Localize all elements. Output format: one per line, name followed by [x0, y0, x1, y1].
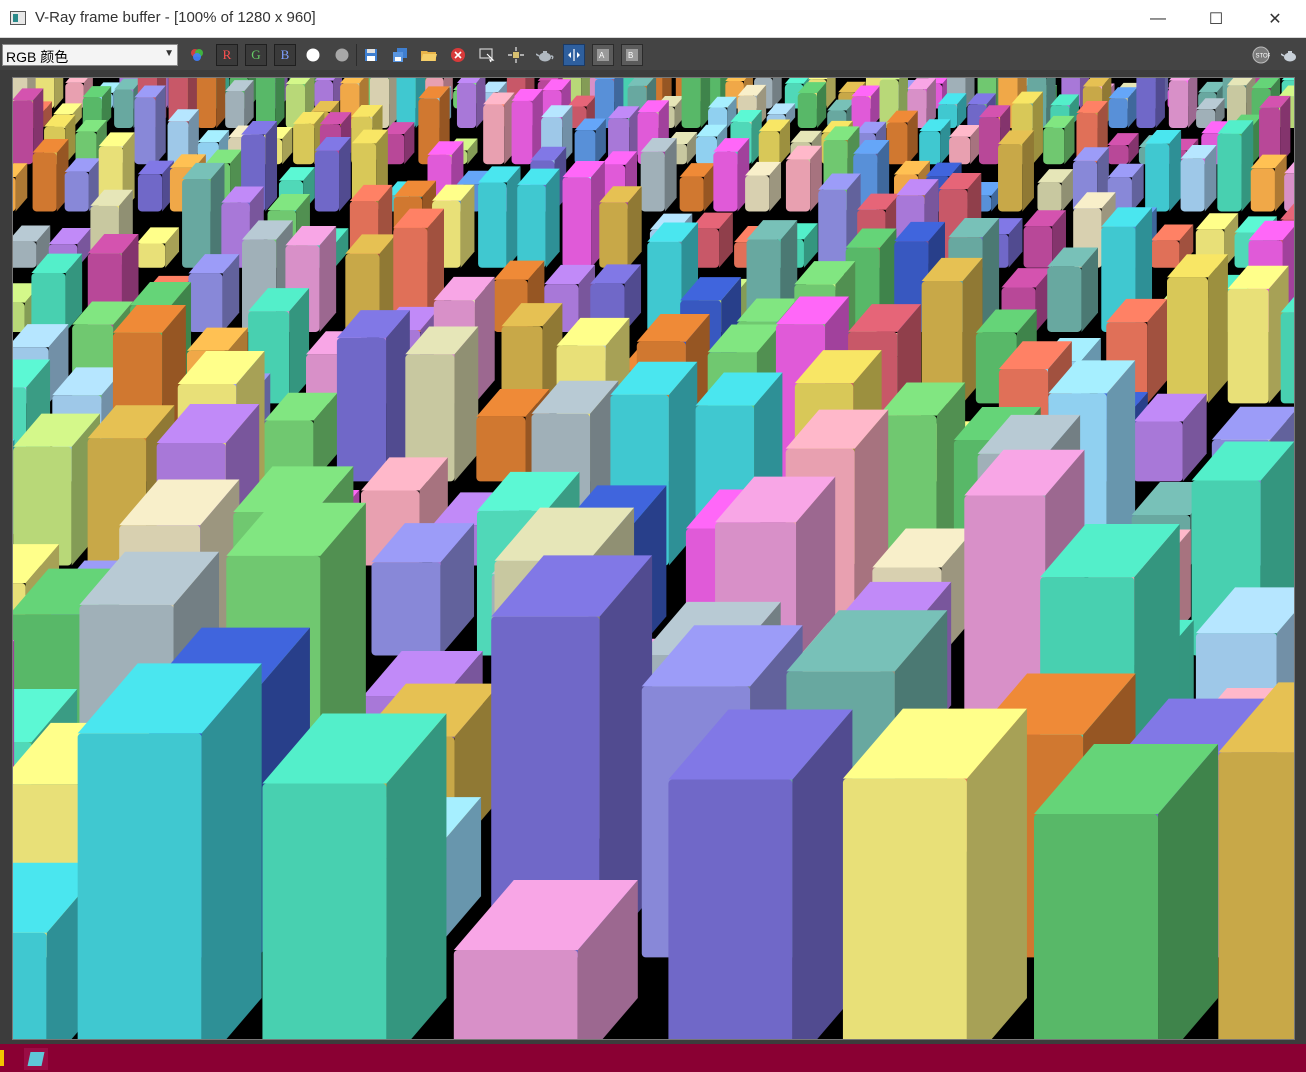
rendered-image	[13, 78, 1294, 1039]
box-shape	[262, 713, 447, 1039]
settings-icon[interactable]: B	[621, 44, 643, 66]
box-shape	[1259, 95, 1291, 165]
box-shape	[998, 130, 1034, 212]
history-icon[interactable]: A	[592, 44, 614, 66]
box-shape	[886, 110, 918, 165]
minimize-button[interactable]: —	[1129, 0, 1187, 37]
box-shape	[256, 78, 285, 129]
compare-icon[interactable]	[563, 44, 585, 66]
title-bar: V-Ray frame buffer - [100% of 1280 x 960…	[0, 0, 1306, 38]
maximize-button[interactable]: ☐	[1187, 0, 1245, 37]
box-shape	[1227, 265, 1289, 404]
stop-icon[interactable]: STOP	[1250, 44, 1272, 66]
box-shape	[797, 82, 827, 129]
box-shape	[478, 166, 521, 268]
box-shape	[599, 186, 642, 268]
box-shape	[134, 85, 166, 165]
box-shape	[483, 92, 515, 165]
close-button[interactable]: ✕	[1246, 0, 1304, 37]
box-shape	[679, 163, 716, 212]
render-frame[interactable]	[12, 77, 1295, 1040]
svg-text:B: B	[628, 51, 633, 60]
box-shape	[31, 253, 83, 332]
box-shape	[13, 413, 100, 566]
box-shape	[1180, 144, 1217, 212]
box-shape	[336, 310, 410, 482]
color-channels-icon[interactable]	[186, 44, 208, 66]
toolbar: RGB 颜色 ▼ R G B A B STOP	[0, 38, 1306, 70]
taskbar	[0, 1044, 1306, 1072]
channel-select-value: RGB 颜色	[6, 49, 69, 65]
box-shape	[921, 257, 983, 404]
region-render-icon[interactable]	[505, 44, 527, 66]
box-shape	[456, 78, 486, 129]
box-shape	[1034, 744, 1219, 1039]
white-circle-icon[interactable]	[302, 44, 324, 66]
box-shape	[1250, 154, 1287, 212]
3dsmax-taskbar-icon[interactable]	[24, 1048, 48, 1070]
box-shape	[225, 80, 254, 129]
channel-select[interactable]: RGB 颜色 ▼	[2, 44, 178, 66]
box-shape	[137, 160, 174, 212]
box-shape	[1037, 169, 1074, 212]
box-shape	[758, 119, 791, 165]
box-shape	[501, 303, 563, 404]
save-all-icon[interactable]	[389, 44, 411, 66]
box-shape	[1168, 78, 1198, 129]
box-shape	[314, 137, 351, 212]
box-shape	[668, 709, 853, 1039]
blue-channel-button[interactable]: B	[274, 44, 296, 66]
box-shape	[713, 138, 750, 212]
box-shape	[681, 78, 711, 129]
box-shape	[949, 125, 981, 165]
box-shape	[77, 663, 262, 1039]
box-shape	[453, 880, 638, 1039]
box-shape	[919, 119, 951, 165]
gray-circle-icon[interactable]	[331, 44, 353, 66]
box-shape	[1107, 133, 1139, 165]
box-shape	[196, 78, 226, 129]
box-shape	[13, 163, 28, 212]
box-shape	[640, 138, 677, 212]
box-shape	[562, 160, 605, 268]
box-shape	[1136, 78, 1165, 129]
vray-app-icon	[10, 11, 26, 25]
box-shape	[32, 138, 69, 212]
clear-icon[interactable]	[447, 44, 469, 66]
svg-text:A: A	[599, 51, 605, 60]
taskbar-indicator	[0, 1050, 4, 1066]
box-shape	[188, 254, 240, 332]
box-shape	[1108, 87, 1138, 129]
green-channel-button[interactable]: G	[245, 44, 267, 66]
chevron-down-icon: ▼	[164, 48, 174, 59]
save-icon[interactable]	[360, 44, 382, 66]
box-shape	[1043, 115, 1075, 165]
track-mouse-icon[interactable]	[476, 44, 498, 66]
box-shape	[1145, 129, 1182, 212]
box-shape	[745, 161, 782, 212]
box-shape	[842, 708, 1027, 1039]
box-shape	[574, 118, 606, 165]
box-shape	[1167, 254, 1228, 404]
box-shape	[182, 162, 225, 268]
open-folder-icon[interactable]	[418, 44, 440, 66]
window-title: V-Ray frame buffer - [100% of 1280 x 960…	[35, 9, 316, 26]
teapot-icon[interactable]	[534, 44, 556, 66]
box-shape	[785, 145, 822, 212]
box-shape	[136, 227, 180, 268]
red-channel-button[interactable]: R	[216, 44, 238, 66]
render-teapot-icon[interactable]	[1279, 44, 1301, 66]
box-shape	[1217, 120, 1254, 212]
box-shape	[851, 85, 881, 129]
box-shape	[517, 168, 560, 268]
box-shape	[1047, 247, 1099, 332]
svg-text:STOP: STOP	[1256, 54, 1271, 60]
